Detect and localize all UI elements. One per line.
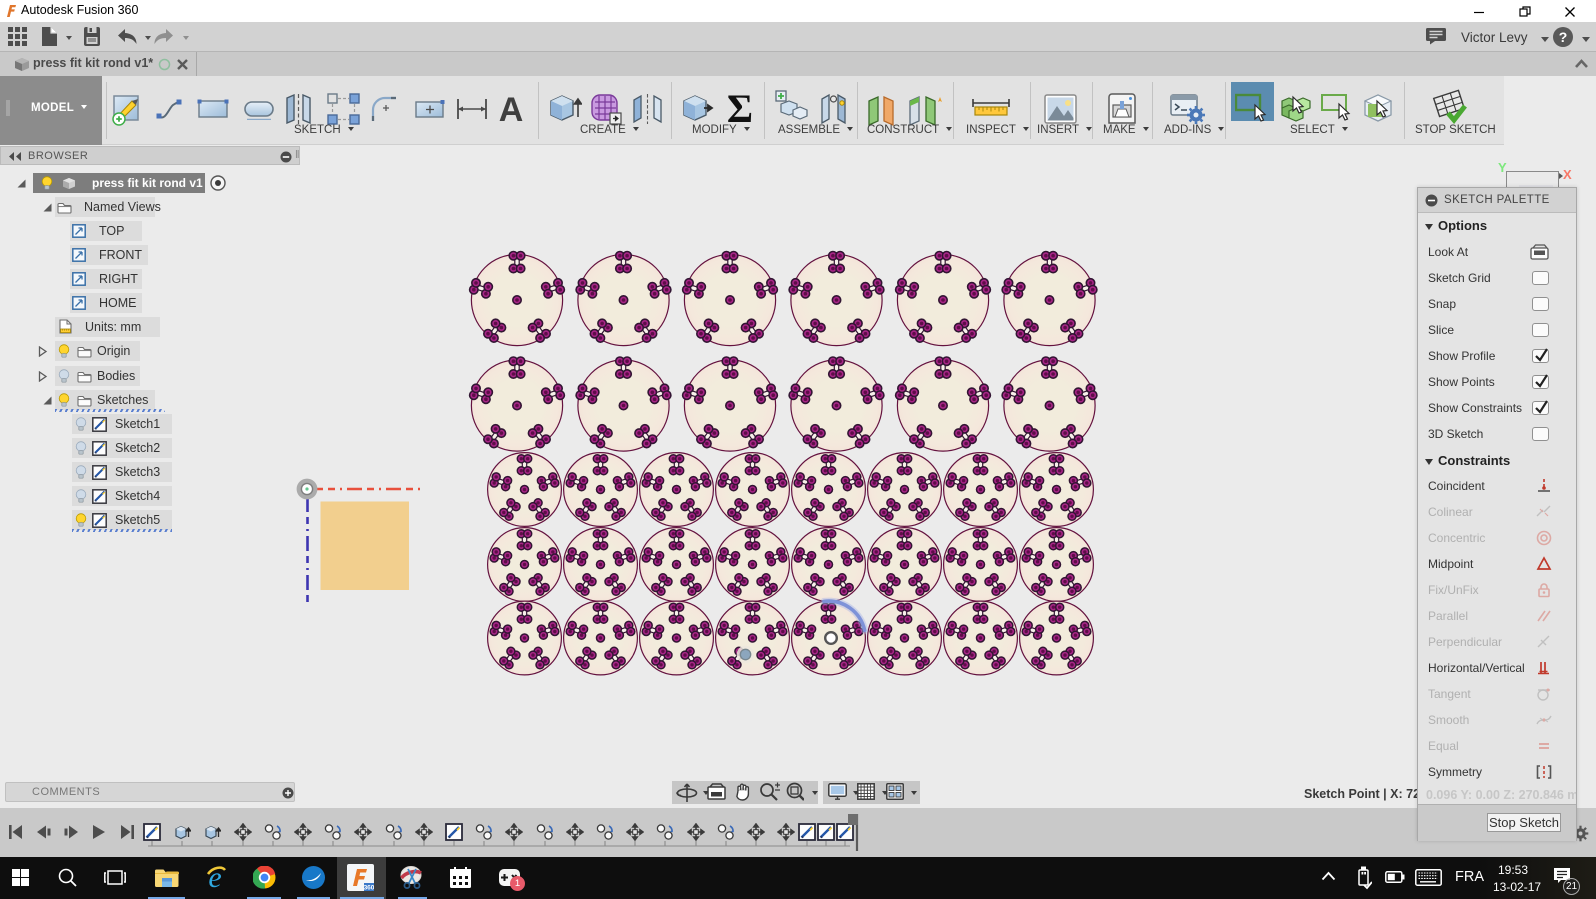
svg-text:360: 360 — [364, 885, 374, 892]
svg-text:A: A — [499, 94, 524, 124]
svg-text:Σ: Σ — [727, 91, 753, 127]
svg-text:?: ? — [1559, 29, 1568, 45]
